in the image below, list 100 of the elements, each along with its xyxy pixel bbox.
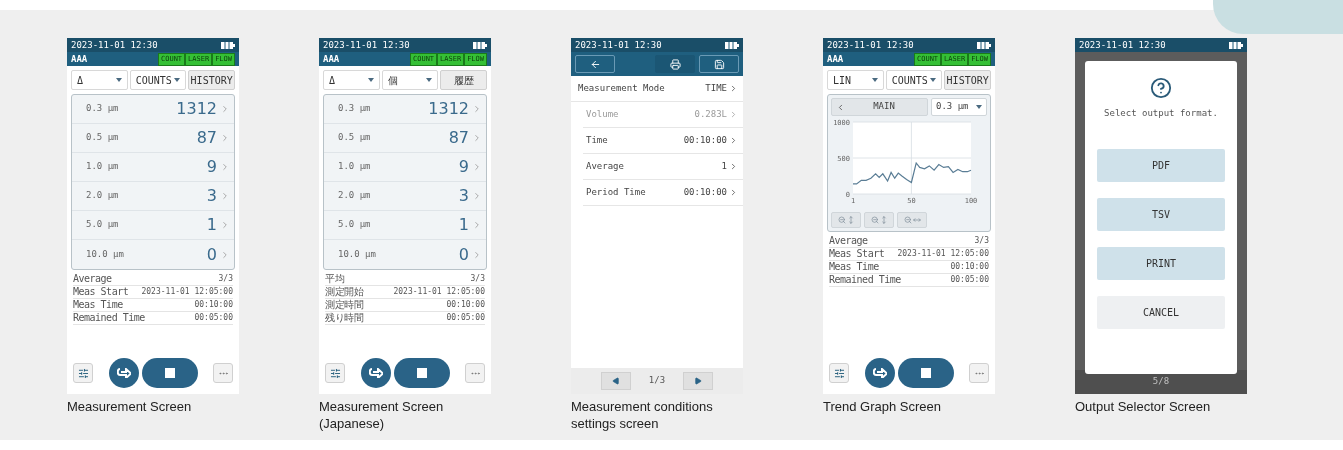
setting-row[interactable]: Average 1 — [583, 154, 743, 180]
save-button[interactable] — [699, 55, 739, 73]
count-row[interactable]: 1.0 µm 9 — [324, 153, 486, 182]
setting-value: TIME — [705, 81, 727, 95]
count-row[interactable]: 0.3 µm 1312 — [324, 95, 486, 124]
info-value: 3/3 — [218, 275, 233, 283]
dropdown-caret-icon — [367, 78, 374, 82]
info-value: 00:10:00 — [446, 301, 485, 309]
particle-count: 1312 — [428, 98, 469, 120]
stop-icon — [416, 368, 427, 378]
chevron-icon — [220, 220, 230, 230]
count-row[interactable]: 0.5 µm 87 — [72, 124, 234, 153]
chevron-icon — [472, 249, 482, 260]
particle-size: 0.5 µm — [86, 131, 120, 145]
chevron-icon — [729, 84, 738, 93]
stop-button[interactable] — [393, 358, 450, 388]
chevron-icon — [472, 162, 482, 172]
option-button[interactable]: PRINT — [1097, 246, 1225, 280]
axis-arrow-icon — [846, 216, 855, 224]
stop-button[interactable] — [897, 358, 954, 388]
cancel-button[interactable]: CANCEL — [1097, 295, 1225, 329]
left-triangle-icon — [611, 377, 620, 385]
info-value: 3/3 — [974, 237, 989, 245]
stop-icon — [164, 368, 175, 378]
particle-size: 10.0 µm — [338, 247, 377, 261]
battery-icon — [1229, 41, 1243, 49]
option-button[interactable]: TSV — [1097, 197, 1225, 231]
dropdown-caret-icon — [930, 78, 937, 82]
count-row[interactable]: 1.0 µm 9 — [72, 153, 234, 182]
particle-size: 1.0 µm — [86, 160, 120, 174]
particle-count: 87 — [448, 127, 469, 149]
output-button[interactable] — [360, 358, 391, 388]
history-button[interactable]: HISTORY — [944, 70, 991, 90]
dropdown[interactable]: 個 — [381, 70, 439, 90]
device-title: AAA — [323, 54, 340, 64]
dropdown[interactable]: COUNTS — [885, 70, 943, 90]
info-label: Meas Time — [73, 300, 123, 310]
output-button[interactable] — [108, 358, 139, 388]
count-row[interactable]: 2.0 µm 3 — [324, 182, 486, 211]
option-button[interactable]: PDF — [1097, 148, 1225, 182]
dropdown[interactable]: LIN — [827, 70, 884, 90]
info-label: Meas Time — [829, 262, 879, 272]
stop-button[interactable] — [141, 358, 198, 388]
count-row[interactable]: 0.5 µm 87 — [324, 124, 486, 153]
count-row[interactable]: 2.0 µm 3 — [72, 182, 234, 211]
status-time: 2023-11-01 12:30 — [1079, 40, 1166, 50]
chevron-icon — [220, 162, 230, 172]
chevron-icon — [472, 104, 482, 114]
settings-button[interactable] — [325, 363, 345, 383]
battery-icon — [221, 41, 235, 49]
chevron-icon — [472, 220, 482, 230]
settings-button[interactable] — [829, 363, 849, 383]
graph-tab[interactable]: MAIN — [831, 98, 928, 116]
count-row[interactable]: 5.0 µm 1 — [72, 211, 234, 240]
particle-size: 5.0 µm — [86, 218, 120, 232]
history-button[interactable]: 履歴 — [440, 70, 487, 90]
zoom-icon — [837, 216, 846, 224]
particle-size: 10.0 µm — [86, 247, 125, 261]
setting-value: 0.283L — [694, 107, 727, 121]
zoom-icon — [870, 216, 879, 224]
dialog-message: Select output format. — [1104, 107, 1218, 120]
count-row[interactable]: 0.3 µm 1312 — [72, 95, 234, 124]
next-page-button[interactable] — [683, 372, 714, 390]
size-dropdown[interactable]: 0.3 µm — [931, 98, 987, 116]
question-icon — [1150, 77, 1172, 99]
count-row[interactable]: 10.0 µm 0 — [72, 240, 234, 269]
dropdown[interactable]: COUNTS — [129, 70, 187, 90]
previous-page-button[interactable] — [600, 372, 631, 390]
count-row[interactable]: 10.0 µm 0 — [324, 240, 486, 269]
history-button[interactable]: HISTORY — [188, 70, 235, 90]
info-label: Meas Start — [73, 287, 129, 297]
axis-arrow-icon — [912, 216, 921, 224]
particle-count: 1 — [458, 214, 469, 236]
chevron-icon — [729, 188, 738, 197]
setting-value: 00:10:00 — [683, 185, 727, 199]
setting-value: 00:10:00 — [683, 133, 727, 147]
setting-row[interactable]: Measurement Mode TIME — [571, 76, 743, 102]
info-value: 00:10:00 — [194, 301, 233, 309]
info-label: Average — [829, 236, 868, 246]
back-icon — [589, 58, 601, 70]
setting-row[interactable]: Period Time 00:10:00 — [583, 180, 743, 206]
battery-icon — [725, 41, 739, 49]
zoom-icon — [903, 216, 912, 224]
chevron-icon — [729, 162, 738, 171]
output-button[interactable] — [864, 358, 895, 388]
axis-arrow-icon — [879, 216, 888, 224]
print-button[interactable] — [655, 55, 695, 73]
setting-row[interactable]: Time 00:10:00 — [583, 128, 743, 154]
dropdown[interactable]: Δ — [71, 70, 128, 90]
dropdown-caret-icon — [174, 78, 181, 82]
info-value: 00:05:00 — [446, 314, 485, 322]
particle-count: 9 — [458, 156, 469, 178]
count-row[interactable]: 5.0 µm 1 — [324, 211, 486, 240]
dropdown[interactable]: Δ — [323, 70, 380, 90]
particle-count: 9 — [206, 156, 217, 178]
status-time: 2023-11-01 12:30 — [71, 40, 158, 50]
info-label: 測定開始 — [325, 287, 363, 297]
info-value: 3/3 — [470, 275, 485, 283]
battery-icon — [473, 41, 487, 49]
settings-button[interactable] — [73, 363, 93, 383]
